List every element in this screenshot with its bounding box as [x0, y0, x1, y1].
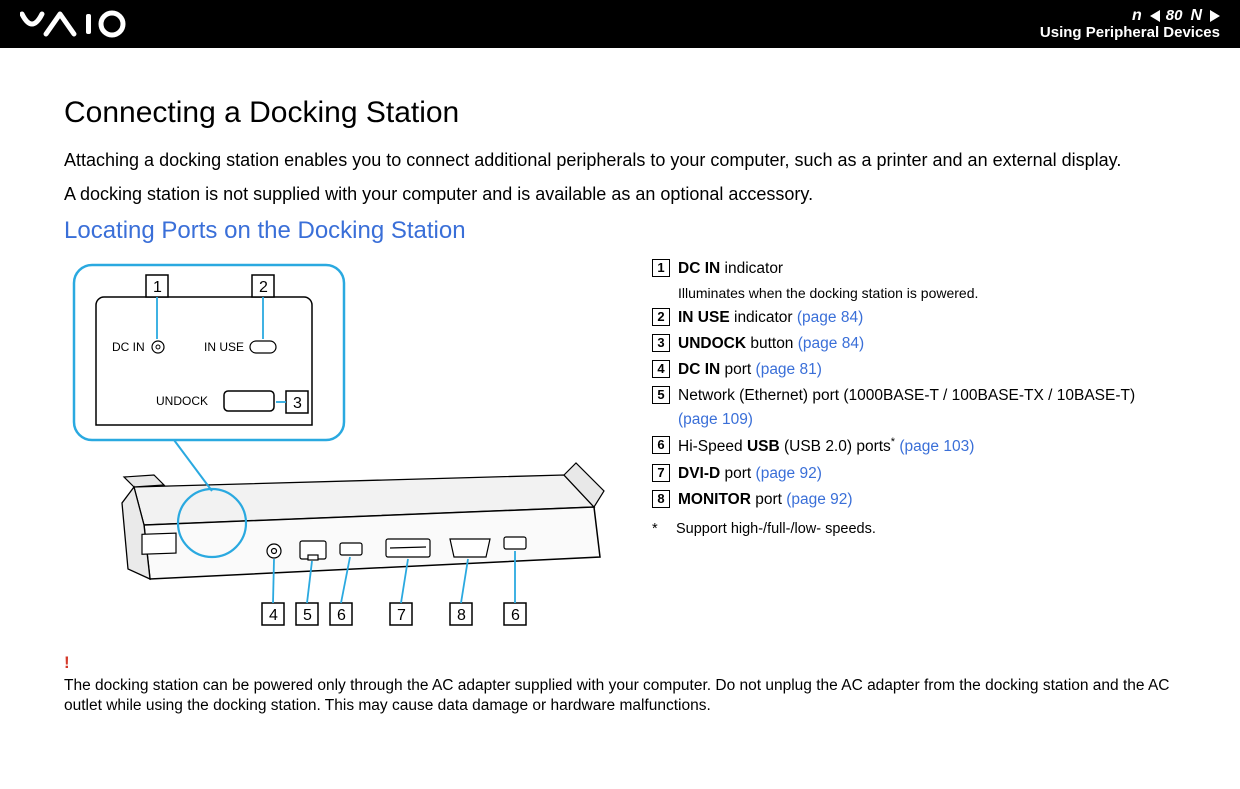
page-title: Connecting a Docking Station	[64, 96, 1176, 130]
label-undock: UNDOCK	[156, 394, 208, 408]
warning-text: The docking station can be powered only …	[64, 677, 1170, 714]
legend-item-6: 6 Hi-Speed USB (USB 2.0) ports* (page 10…	[652, 434, 1176, 459]
svg-text:4: 4	[269, 607, 278, 624]
header-right: n 80 N Using Peripheral Devices	[1040, 7, 1220, 41]
svg-text:2: 2	[259, 279, 268, 296]
link-page-92b[interactable]: (page 92)	[786, 491, 852, 508]
prev-page-icon[interactable]	[1150, 10, 1160, 22]
svg-text:6: 6	[337, 607, 346, 624]
link-page-103[interactable]: (page 103)	[899, 439, 974, 456]
footnote: * Support high-/full-/low- speeds.	[652, 518, 1176, 540]
svg-text:5: 5	[303, 607, 312, 624]
svg-text:7: 7	[397, 607, 406, 624]
legend-num-3: 3	[652, 334, 670, 352]
N-label: N	[1190, 7, 1202, 25]
legend-num-6: 6	[652, 436, 670, 454]
legend-1-sub: Illuminates when the docking station is …	[678, 283, 1176, 305]
n-label: n	[1132, 7, 1142, 25]
link-page-109[interactable]: (page 109)	[678, 411, 753, 428]
legend-item-7: 7 DVI-D port (page 92)	[652, 462, 1176, 486]
diagram: DC IN IN USE UNDOCK 1 2 3	[64, 257, 624, 642]
next-page-icon[interactable]	[1210, 10, 1220, 22]
link-page-84b[interactable]: (page 84)	[798, 335, 864, 352]
legend-item-8: 8 MONITOR port (page 92)	[652, 488, 1176, 512]
legend-num-2: 2	[652, 308, 670, 326]
svg-text:1: 1	[153, 279, 162, 296]
legend-num-5: 5	[652, 386, 670, 404]
legend-item-3: 3 UNDOCK button (page 84)	[652, 332, 1176, 356]
vaio-logo-svg	[20, 10, 160, 38]
footnote-text: Support high-/full-/low- speeds.	[676, 518, 876, 540]
dock-illustration	[122, 440, 604, 579]
link-page-81[interactable]: (page 81)	[756, 361, 822, 378]
header-bar: n 80 N Using Peripheral Devices	[0, 0, 1240, 48]
link-page-84a[interactable]: (page 84)	[797, 309, 863, 326]
page-nav: n 80 N	[1130, 7, 1220, 25]
legend-item-4: 4 DC IN port (page 81)	[652, 358, 1176, 382]
intro-block: Attaching a docking station enables you …	[64, 148, 1176, 207]
label-dc-in: DC IN	[112, 340, 145, 354]
legend-num-1: 1	[652, 259, 670, 277]
legend-item-1: 1 DC IN indicator	[652, 257, 1176, 281]
legend-num-4: 4	[652, 360, 670, 378]
section-label: Using Peripheral Devices	[1040, 25, 1220, 42]
svg-text:3: 3	[293, 395, 302, 412]
footnote-mark: *	[652, 518, 662, 540]
legend-num-7: 7	[652, 464, 670, 482]
link-page-92a[interactable]: (page 92)	[756, 465, 822, 482]
legend: 1 DC IN indicator Illuminates when the d…	[652, 257, 1176, 540]
vaio-logo	[20, 10, 160, 38]
svg-text:8: 8	[457, 607, 466, 624]
legend-item-2: 2 IN USE indicator (page 84)	[652, 306, 1176, 330]
legend-num-8: 8	[652, 490, 670, 508]
intro-p1: Attaching a docking station enables you …	[64, 148, 1176, 172]
warning-mark-icon: !	[64, 652, 1176, 674]
page-content: Connecting a Docking Station Attaching a…	[0, 48, 1240, 716]
page-number: 80	[1166, 8, 1183, 25]
subsection-title: Locating Ports on the Docking Station	[64, 217, 1176, 245]
intro-p2: A docking station is not supplied with y…	[64, 182, 1176, 206]
warning-block: ! The docking station can be powered onl…	[64, 652, 1176, 716]
svg-text:6: 6	[511, 607, 520, 624]
legend-item-5: 5 Network (Ethernet) port (1000BASE-T / …	[652, 384, 1176, 432]
label-in-use: IN USE	[204, 340, 244, 354]
